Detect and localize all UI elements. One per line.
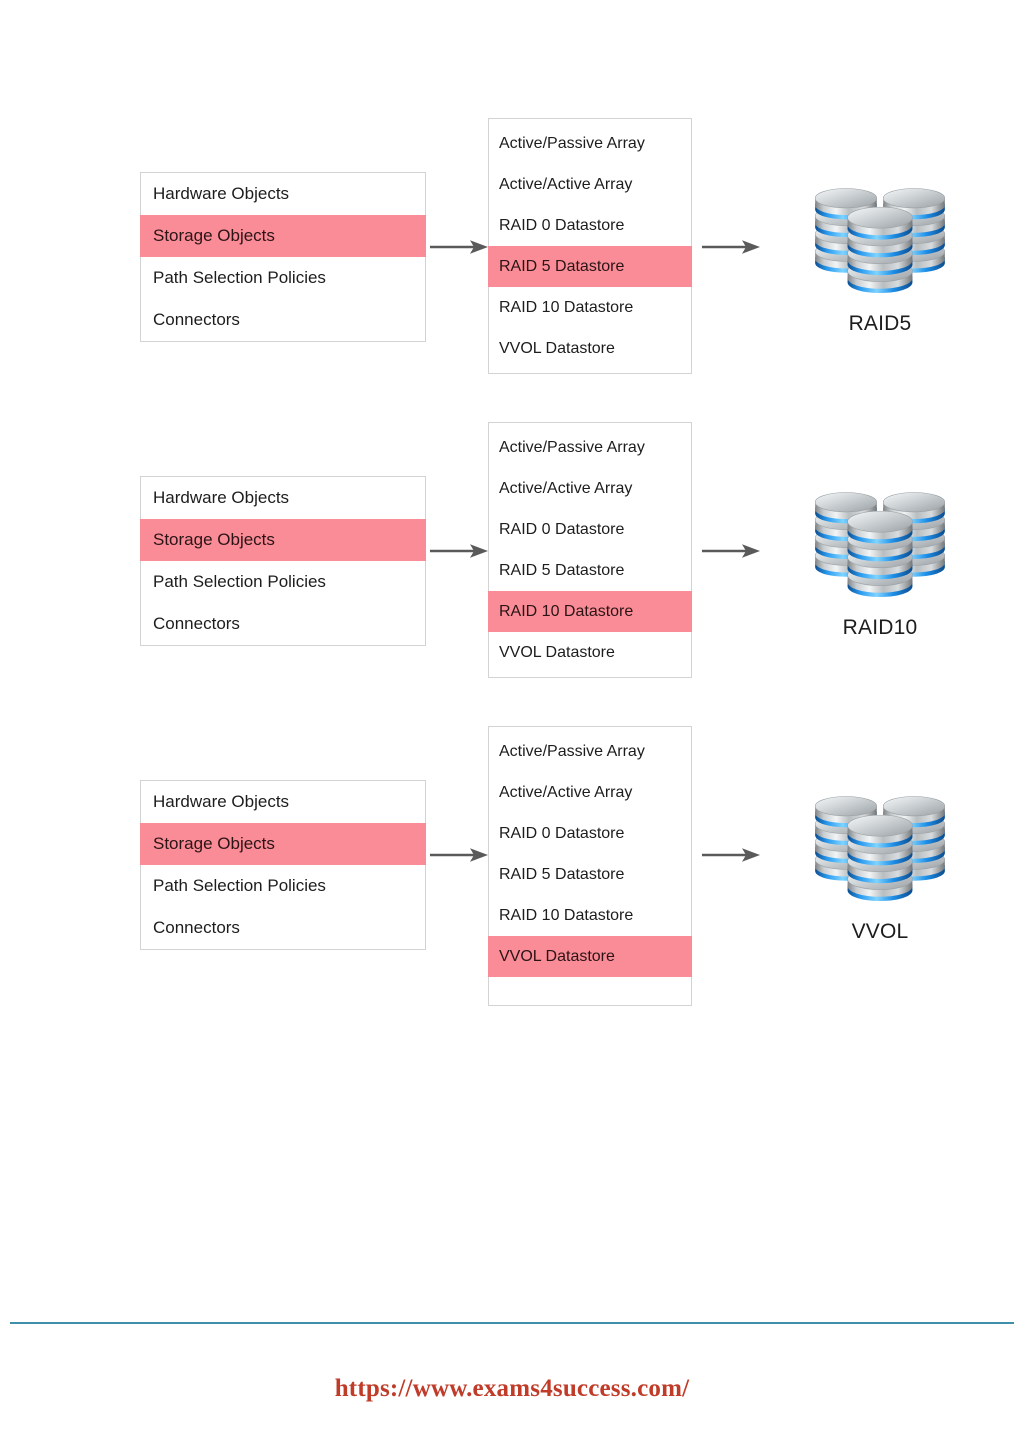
category-row-selected[interactable]: Storage Objects xyxy=(140,823,426,865)
storage-result: RAID10 xyxy=(790,486,970,640)
storage-object-type-list: Active/Passive Array Active/Active Array R… xyxy=(488,726,692,1006)
datastore-row[interactable]: Active/Active Array xyxy=(489,164,691,205)
arrow-right-glyph xyxy=(430,240,488,254)
storage-object-type-list: Active/Passive Array Active/Active Array R… xyxy=(488,422,692,678)
datastore-row[interactable]: RAID 0 Datastore xyxy=(489,509,691,550)
arrow-right-icon xyxy=(702,846,760,864)
category-row[interactable]: Path Selection Policies xyxy=(141,865,425,907)
datastore-row[interactable]: RAID 0 Datastore xyxy=(489,813,691,854)
disk-cluster-glyph xyxy=(814,188,946,294)
arrow-right-glyph xyxy=(702,848,760,862)
footer-divider xyxy=(10,1322,1014,1324)
storage-result-label: RAID10 xyxy=(842,616,918,639)
storage-result-label: RAID5 xyxy=(848,312,912,335)
datastore-row-selected[interactable]: VVOL Datastore xyxy=(488,936,692,977)
category-row[interactable]: Connectors xyxy=(141,603,425,645)
datastore-row[interactable]: RAID 5 Datastore xyxy=(489,550,691,591)
category-row[interactable]: Hardware Objects xyxy=(141,781,425,823)
category-row-selected[interactable]: Storage Objects xyxy=(140,215,426,257)
datastore-row[interactable]: Active/Passive Array xyxy=(489,427,691,468)
category-row[interactable]: Connectors xyxy=(141,907,425,949)
category-row[interactable]: Connectors xyxy=(141,299,425,341)
datastore-row[interactable]: Active/Active Array xyxy=(489,772,691,813)
disk-cluster-glyph xyxy=(814,796,946,902)
arrow-right-icon xyxy=(430,542,488,560)
storage-result: RAID5 xyxy=(790,182,970,336)
arrow-right-icon xyxy=(702,238,760,256)
datastore-row[interactable]: VVOL Datastore xyxy=(489,328,691,369)
footer-url[interactable]: https://www.exams4success.com/ xyxy=(0,1375,1024,1403)
storage-result-label: VVOL xyxy=(851,920,909,943)
arrow-right-glyph xyxy=(702,544,760,558)
hardware-storage-category-list: Hardware Objects Storage Objects Path Sele… xyxy=(140,172,426,342)
storage-object-type-list: Active/Passive Array Active/Active Array R… xyxy=(488,118,692,374)
datastore-row[interactable]: Active/Passive Array xyxy=(489,731,691,772)
arrow-right-glyph xyxy=(430,544,488,558)
storage-result: VVOL xyxy=(790,790,970,944)
category-row-selected[interactable]: Storage Objects xyxy=(140,519,426,561)
category-row[interactable]: Hardware Objects xyxy=(141,477,425,519)
datastore-row[interactable]: RAID 0 Datastore xyxy=(489,205,691,246)
category-row[interactable]: Path Selection Policies xyxy=(141,561,425,603)
disk-cluster-icon xyxy=(790,486,970,614)
arrow-right-icon xyxy=(430,238,488,256)
hardware-storage-category-list: Hardware Objects Storage Objects Path Sele… xyxy=(140,780,426,950)
arrow-right-icon xyxy=(702,542,760,560)
datastore-row[interactable]: RAID 10 Datastore xyxy=(489,287,691,328)
datastore-row[interactable]: RAID 5 Datastore xyxy=(489,854,691,895)
arrow-right-icon xyxy=(430,846,488,864)
arrow-right-glyph xyxy=(702,240,760,254)
datastore-row[interactable]: Active/Passive Array xyxy=(489,123,691,164)
panel-tail xyxy=(489,977,691,1005)
disk-cluster-glyph xyxy=(814,492,946,598)
disk-cluster-icon xyxy=(790,182,970,310)
diagram-page: Hardware Objects Storage Objects Path Sele… xyxy=(0,0,1024,1449)
datastore-row-selected[interactable]: RAID 10 Datastore xyxy=(488,591,692,632)
disk-cluster-icon xyxy=(790,790,970,918)
category-row[interactable]: Hardware Objects xyxy=(141,173,425,215)
category-row[interactable]: Path Selection Policies xyxy=(141,257,425,299)
hardware-storage-category-list: Hardware Objects Storage Objects Path Sele… xyxy=(140,476,426,646)
datastore-row[interactable]: Active/Active Array xyxy=(489,468,691,509)
datastore-row-selected[interactable]: RAID 5 Datastore xyxy=(488,246,692,287)
datastore-row[interactable]: VVOL Datastore xyxy=(489,632,691,673)
arrow-right-glyph xyxy=(430,848,488,862)
datastore-row[interactable]: RAID 10 Datastore xyxy=(489,895,691,936)
